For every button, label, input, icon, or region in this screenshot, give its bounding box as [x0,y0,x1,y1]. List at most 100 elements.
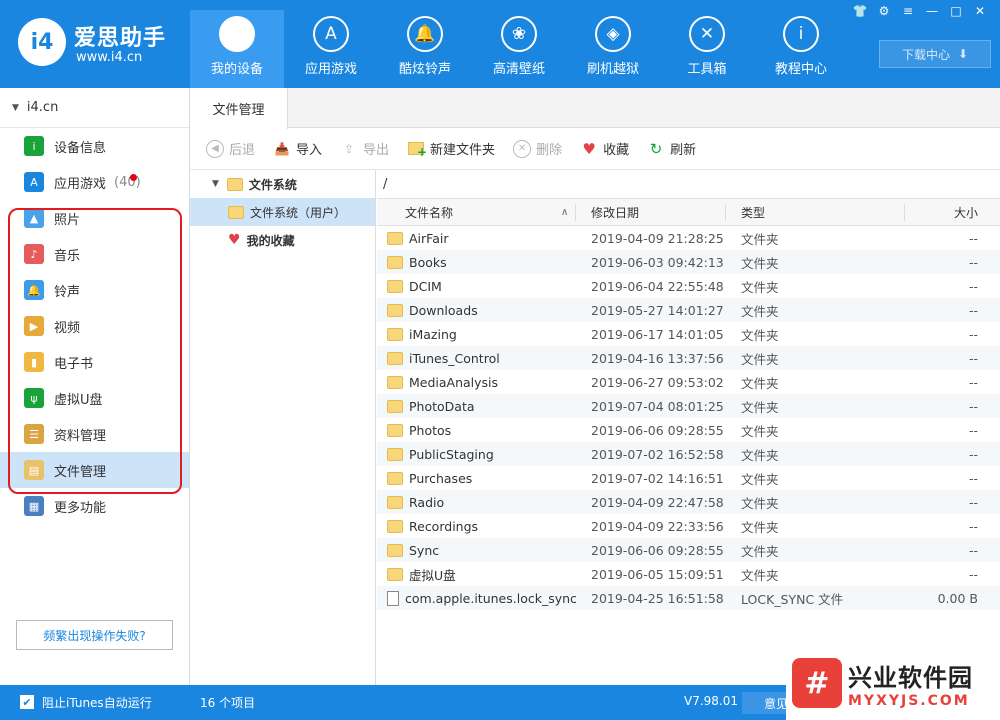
file-row[interactable]: com.apple.itunes.lock_sync 2019-04-25 16:… [377,586,1000,610]
back-button[interactable]: ◀ 后退 [206,139,255,158]
itunes-block-checkbox[interactable]: ✔ [20,695,34,709]
file-name: Downloads [409,302,478,318]
file-row[interactable]: Books 2019-06-03 09:42:13 文件夹 -- [377,250,1000,274]
sidebar-item-9[interactable]: ▤ 文件管理 [0,452,189,488]
file-type-cell: LOCK_SYNC 文件 [741,591,844,607]
window-control-3[interactable]: — [922,2,942,20]
operation-fail-button[interactable]: 频繁出现操作失败? [16,620,173,650]
download-center-button[interactable]: 下载中心 ⬇ [879,40,991,68]
nav-item-label: 应用游戏 [304,62,357,77]
favorite-button[interactable]: ♥ 收藏 [580,139,629,159]
column-header-size[interactable]: 大小 [954,199,978,226]
sidebar-item-label: 资料管理 [54,428,107,444]
file-date-cell: 2019-06-04 22:55:48 [591,278,724,294]
window-control-4[interactable]: □ [946,2,966,20]
refresh-button[interactable]: ↻ 刷新 [647,139,696,159]
sidebar-item-4[interactable]: 🔔 铃声 [0,272,189,308]
triangle-down-icon: ▼ [212,179,219,189]
delete-icon: ✕ [513,139,532,158]
file-date-cell: 2019-04-09 22:33:56 [591,518,724,534]
delete-button[interactable]: ✕ 删除 [513,139,562,158]
file-name-cell: PublicStaging [387,442,494,466]
new-folder-button[interactable]: + 新建文件夹 [407,139,496,159]
file-name: DCIM [409,278,442,294]
column-header-date[interactable]: 修改日期 [591,199,639,226]
file-row[interactable]: iMazing 2019-06-17 14:01:05 文件夹 -- [377,322,1000,346]
file-date-cell: 2019-07-02 16:52:58 [591,446,724,462]
file-row[interactable]: Recordings 2019-04-09 22:33:56 文件夹 -- [377,514,1000,538]
folder-icon [387,351,403,365]
contacts-icon: ☰ [24,424,44,444]
nav-item-3[interactable]: ❀ 高清壁纸 [472,10,566,88]
sidebar-item-10[interactable]: ▦ 更多功能 [0,488,189,524]
sidebar-item-6[interactable]: ▮ 电子书 [0,344,189,380]
file-name: Sync [409,542,440,558]
file-row[interactable]: DCIM 2019-06-04 22:55:48 文件夹 -- [377,274,1000,298]
column-header-name[interactable]: 文件名称 [405,199,453,226]
export-button[interactable]: ⇪ 导出 [340,139,389,159]
app-store-icon: A [24,172,44,192]
tab-file-manager[interactable]: 文件管理 [190,88,288,129]
file-row[interactable]: Purchases 2019-07-02 14:16:51 文件夹 -- [377,466,1000,490]
file-name-cell: iMazing [387,322,457,346]
bell-icon: 🔔 [24,280,44,300]
device-name: i4.cn [26,100,59,115]
column-header-type[interactable]: 类型 [741,199,765,226]
sidebar-item-0[interactable]: i 设备信息 [0,128,189,164]
file-type-cell: 文件夹 [741,567,779,583]
nav-item-4[interactable]: ◈ 刷机越狱 [566,10,660,88]
app-store-icon: A [313,16,349,52]
window-control-1[interactable]: ⚙ [874,2,894,20]
nav-item-0[interactable]: 我的设备 [190,10,284,88]
sidebar-item-5[interactable]: ▶ 视频 [0,308,189,344]
nav-item-1[interactable]: A 应用游戏 [284,10,378,88]
sidebar-item-8[interactable]: ☰ 资料管理 [0,416,189,452]
file-name: MediaAnalysis [409,374,499,390]
sidebar-item-1[interactable]: A 应用游戏 (40) [0,164,189,200]
nav-item-6[interactable]: i 教程中心 [754,10,848,88]
tab-bar: 文件管理 [190,88,1000,129]
window-control-2[interactable]: ≡ [898,2,918,20]
file-row[interactable]: PhotoData 2019-07-04 08:01:25 文件夹 -- [377,394,1000,418]
new-folder-label: 新建文件夹 [430,143,496,158]
nav-item-2[interactable]: 🔔 酷炫铃声 [378,10,472,88]
file-row[interactable]: AirFair 2019-04-09 21:28:25 文件夹 -- [377,226,1000,250]
file-row[interactable]: PublicStaging 2019-07-02 16:52:58 文件夹 -- [377,442,1000,466]
file-row[interactable]: Radio 2019-04-09 22:47:58 文件夹 -- [377,490,1000,514]
sidebar-item-3[interactable]: ♪ 音乐 [0,236,189,272]
nav-item-5[interactable]: ✕ 工具箱 [660,10,754,88]
sidebar-item-2[interactable]: ▲ 照片 [0,200,189,236]
file-name-cell: AirFair [387,226,448,250]
file-size-cell: -- [968,542,978,558]
file-name: Purchases [409,470,473,486]
import-label: 导入 [296,143,323,158]
grid-icon: ▦ [24,496,44,516]
file-name-cell: iTunes_Control [387,346,500,370]
file-row[interactable]: 虚拟U盘 2019-06-05 15:09:51 文件夹 -- [377,562,1000,586]
file-row[interactable]: Downloads 2019-05-27 14:01:27 文件夹 -- [377,298,1000,322]
window-control-5[interactable]: ✕ [970,2,990,20]
refresh-icon: ↻ [649,139,663,158]
file-date-cell: 2019-07-02 14:16:51 [591,470,724,486]
file-row[interactable]: Sync 2019-06-06 09:28:55 文件夹 -- [377,538,1000,562]
tools-icon: ✕ [689,16,725,52]
file-row[interactable]: Photos 2019-06-06 09:28:55 文件夹 -- [377,418,1000,442]
file-size-cell: -- [968,302,978,318]
folder-icon [387,231,403,245]
apple-icon [219,16,255,52]
tree-node-favorites[interactable]: ♥ 我的收藏 [190,226,375,254]
tree-node-filesystem[interactable]: ▼ 文件系统 [190,170,375,198]
tree-node-filesystem-user[interactable]: 文件系统（用户） [190,198,375,226]
file-row[interactable]: MediaAnalysis 2019-06-27 09:53:02 文件夹 -- [377,370,1000,394]
column-separator [575,204,576,221]
device-selector[interactable]: ▼ i4.cn [0,88,189,128]
file-name-cell: PhotoData [387,394,475,418]
window-control-0[interactable]: 👕 [850,2,870,20]
sidebar-item-label: 更多功能 [54,500,107,516]
file-row[interactable]: iTunes_Control 2019-04-16 13:37:56 文件夹 -- [377,346,1000,370]
import-button[interactable]: 📥 导入 [273,139,323,159]
sidebar-item-7[interactable]: ψ 虚拟U盘 [0,380,189,416]
file-name: com.apple.itunes.lock_sync [405,590,577,606]
watermark-title: 兴业软件园 [848,663,973,692]
download-center-label: 下载中心 [901,47,950,62]
